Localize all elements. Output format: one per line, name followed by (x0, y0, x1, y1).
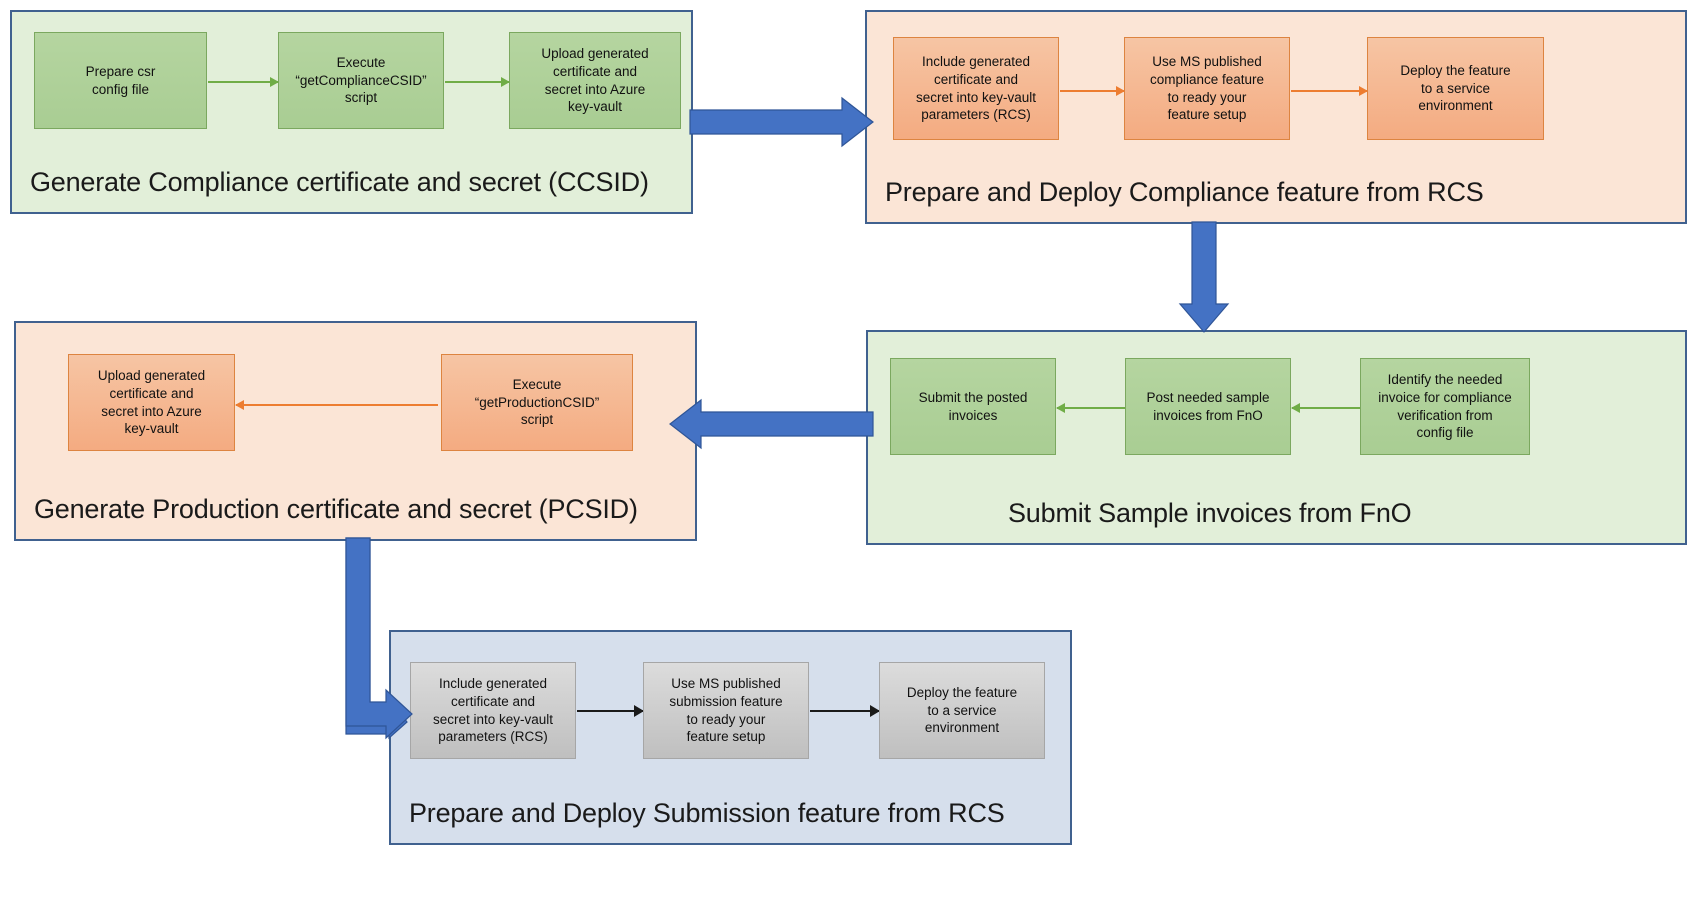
step-execute-getcompliancecsid: Execute “getComplianceCSID” script (278, 32, 444, 129)
step-label: Deploy the feature to a service environmen… (906, 684, 1018, 736)
step-deploy-compliance-feature: Deploy the feature to a service environmen… (1367, 37, 1544, 140)
panel-title-submission-rcs: Prepare and Deploy Submission feature fr… (409, 798, 1005, 828)
step-prepare-csr-config: Prepare csr config file (34, 32, 207, 129)
arrow-compliance-2 (1291, 86, 1368, 96)
step-post-sample-invoices: Post needed sample invoices from FnO (1125, 358, 1291, 455)
connector-ccsid-to-compliance (689, 96, 875, 148)
step-label: Execute “getComplianceCSID” script (295, 54, 427, 106)
step-submit-posted-invoices: Submit the posted invoices (890, 358, 1056, 455)
step-include-cert-keyvault-submission: Include generated certificate and secret i… (410, 662, 576, 759)
panel-title-ccsid: Generate Compliance certificate and secr… (30, 167, 649, 197)
step-label: Upload generated certificate and secret in… (97, 367, 206, 437)
step-label: Include generated certificate and secret i… (915, 53, 1037, 123)
step-label: Execute “getProductionCSID” script (474, 376, 600, 428)
step-execute-getproductioncsid: Execute “getProductionCSID” script (441, 354, 633, 451)
step-upload-cert-keyvault-ccsid: Upload generated certificate and secret in… (509, 32, 681, 129)
arrow-submit-2 (1291, 403, 1360, 413)
step-label: Upload generated certificate and secret in… (541, 45, 649, 115)
step-label: Include generated certificate and secret i… (432, 675, 554, 745)
step-label: Prepare csr config file (85, 63, 156, 97)
arrow-submission-1 (577, 705, 644, 717)
arrow-compliance-1 (1060, 86, 1125, 96)
step-include-cert-keyvault-compliance: Include generated certificate and secret i… (893, 37, 1059, 140)
step-upload-cert-keyvault-pcsid: Upload generated certificate and secret in… (68, 354, 235, 451)
panel-title-pcsid: Generate Production certificate and secr… (34, 494, 638, 524)
step-deploy-submission-feature: Deploy the feature to a service environmen… (879, 662, 1045, 759)
step-label: Deploy the feature to a service environmen… (1400, 62, 1511, 114)
step-use-ms-submission-feature: Use MS published submission feature to rea… (643, 662, 809, 759)
arrow-submission-2 (810, 705, 880, 717)
step-use-ms-compliance-feature: Use MS published compliance feature to rea… (1124, 37, 1290, 140)
panel-compliance-rcs: Include generated certificate and secret i… (865, 10, 1687, 224)
panel-title-compliance-rcs: Prepare and Deploy Compliance feature fr… (885, 177, 1484, 207)
panel-pcsid: Upload generated certificate and secret in… (14, 321, 697, 541)
panel-title-submit-invoices: Submit Sample invoices from FnO (1008, 498, 1412, 528)
arrow-pcsid-1 (235, 400, 438, 410)
arrow-ccsid-1 (208, 77, 279, 87)
panel-ccsid: Prepare csr config file Execute “getCompli… (10, 10, 693, 214)
step-label: Submit the posted invoices (918, 389, 1028, 423)
arrow-submit-1 (1056, 403, 1125, 413)
step-label: Identify the needed invoice for complianc… (1378, 371, 1512, 441)
connector-submit-to-pcsid (668, 398, 874, 450)
arrow-ccsid-2 (445, 77, 510, 87)
step-identify-needed-invoice: Identify the needed invoice for complianc… (1360, 358, 1530, 455)
step-label: Use MS published submission feature to rea… (669, 675, 783, 745)
panel-submission-rcs: Include generated certificate and secret i… (389, 630, 1072, 845)
diagram-canvas: Prepare csr config file Execute “getCompli… (0, 0, 1697, 922)
connector-pcsid-to-submission-elbow (334, 537, 414, 740)
connector-compliance-to-submit (1178, 221, 1230, 334)
step-label: Post needed sample invoices from FnO (1146, 389, 1270, 423)
panel-submit-invoices: Submit the posted invoices Post needed sa… (866, 330, 1687, 545)
step-label: Use MS published compliance feature to rea… (1149, 53, 1265, 123)
